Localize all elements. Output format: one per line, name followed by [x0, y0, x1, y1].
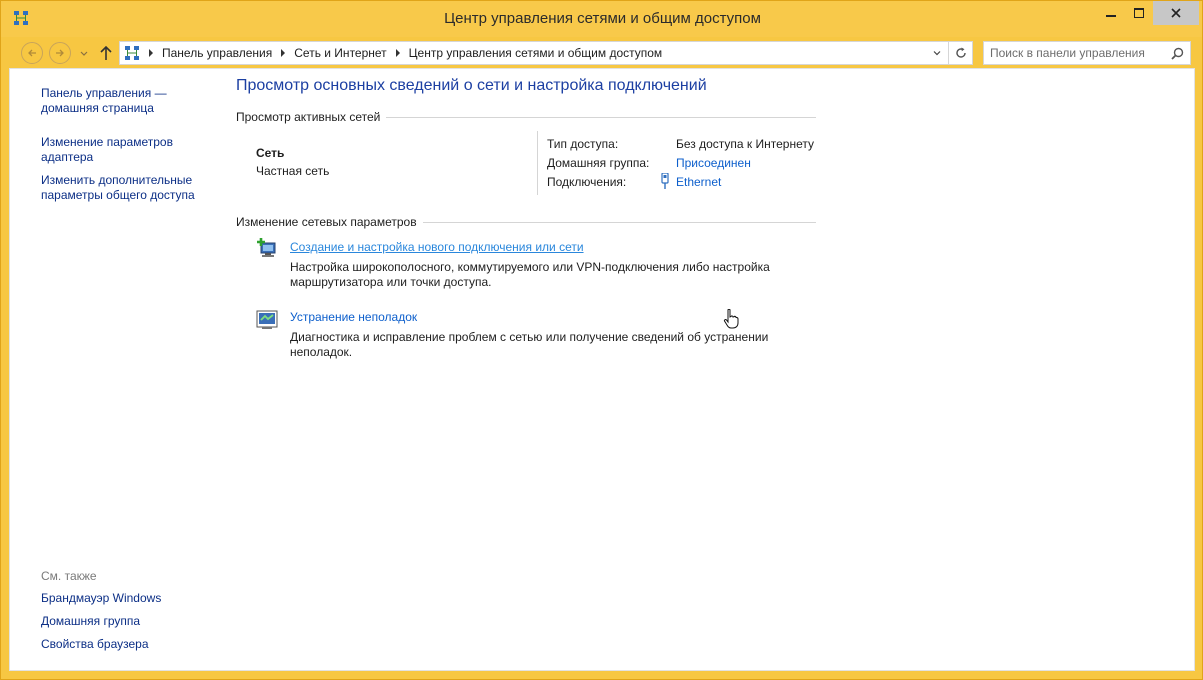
homegroup-label: Домашняя группа: — [547, 156, 650, 170]
network-type: Частная сеть — [256, 164, 330, 178]
sidebar-link-firewall[interactable]: Брандмауэр Windows — [41, 591, 211, 606]
sidebar-link-control-panel-home[interactable]: Панель управления — домашняя страница — [41, 86, 176, 116]
main-panel: Просмотр основных сведений о сети и наст… — [236, 69, 1186, 669]
access-type-value: Без доступа к Интернету — [676, 137, 815, 151]
search-input[interactable] — [990, 45, 1165, 61]
minimize-button[interactable] — [1097, 1, 1125, 25]
chevron-right-icon[interactable] — [144, 49, 158, 57]
troubleshoot-icon — [256, 310, 278, 329]
divider — [422, 221, 816, 223]
troubleshoot-description: Диагностика и исправление проблем с сеть… — [290, 330, 769, 359]
maximize-icon — [1134, 8, 1144, 18]
arrow-left-icon — [28, 49, 36, 57]
close-icon — [1171, 8, 1181, 18]
title-bar[interactable]: Центр управления сетями и общим доступом — [1, 1, 1202, 37]
ethernet-icon — [661, 173, 669, 189]
see-also-header: См. также — [41, 569, 97, 583]
minimize-icon — [1106, 15, 1116, 17]
change-settings-header: Изменение сетевых параметров — [236, 214, 816, 230]
active-networks-header-label: Просмотр активных сетей — [236, 110, 381, 124]
sidebar-link-adapter-settings[interactable]: Изменение параметров адаптера — [41, 135, 191, 165]
new-connection-description: Настройка широкополосного, коммутируемог… — [290, 260, 770, 289]
divider — [386, 116, 816, 118]
refresh-icon — [955, 47, 966, 58]
window: Центр управления сетями и общим доступом — [0, 0, 1203, 680]
divider — [537, 131, 538, 195]
search-box[interactable] — [983, 41, 1191, 65]
ethernet-link[interactable]: Ethernet — [676, 175, 721, 189]
chevron-right-icon[interactable] — [276, 49, 290, 57]
new-connection-link[interactable]: Создание и настройка нового подключения … — [290, 240, 584, 254]
active-networks-header: Просмотр активных сетей — [236, 109, 816, 125]
change-settings-header-label: Изменение сетевых параметров — [236, 215, 417, 229]
address-dropdown-button[interactable] — [928, 44, 946, 62]
back-button[interactable] — [21, 42, 43, 64]
hand-cursor-icon — [723, 309, 739, 329]
access-type-label: Тип доступа: — [547, 137, 619, 151]
forward-button[interactable] — [49, 42, 71, 64]
network-icon — [125, 46, 139, 60]
navigation-bar: Панель управления Сеть и Интернет Центр … — [9, 38, 1195, 68]
refresh-button[interactable] — [949, 41, 973, 65]
breadcrumb-network-center[interactable]: Центр управления сетями и общим доступом — [405, 46, 667, 60]
content-area: Панель управления — домашняя страница Из… — [9, 68, 1195, 671]
arrow-right-icon — [56, 49, 64, 57]
maximize-button[interactable] — [1125, 1, 1153, 25]
homegroup-link[interactable]: Присоединен — [676, 156, 751, 170]
sidebar-link-homegroup[interactable]: Домашняя группа — [41, 614, 211, 629]
breadcrumb-network-internet[interactable]: Сеть и Интернет — [290, 46, 390, 60]
search-icon[interactable] — [1171, 47, 1184, 60]
sidebar-link-sharing-settings[interactable]: Изменить дополнительные параметры общего… — [41, 173, 211, 203]
chevron-down-icon — [933, 51, 941, 56]
window-title: Центр управления сетями и общим доступом — [444, 10, 761, 27]
close-button[interactable] — [1153, 1, 1199, 25]
sidebar: Панель управления — домашняя страница Из… — [10, 69, 220, 672]
page-title: Просмотр основных сведений о сети и наст… — [236, 77, 707, 94]
address-bar[interactable]: Панель управления Сеть и Интернет Центр … — [119, 41, 949, 65]
breadcrumb: Панель управления Сеть и Интернет Центр … — [144, 46, 666, 60]
network-name: Сеть — [256, 146, 285, 160]
troubleshoot-link[interactable]: Устранение неполадок — [290, 310, 417, 324]
connections-label: Подключения: — [547, 175, 627, 189]
breadcrumb-control-panel[interactable]: Панель управления — [158, 46, 276, 60]
new-connection-icon — [257, 238, 276, 257]
chevron-right-icon[interactable] — [391, 49, 405, 57]
sidebar-link-browser-properties[interactable]: Свойства браузера — [41, 637, 211, 652]
arrow-up-icon[interactable] — [99, 44, 113, 62]
chevron-down-icon[interactable] — [79, 48, 89, 58]
